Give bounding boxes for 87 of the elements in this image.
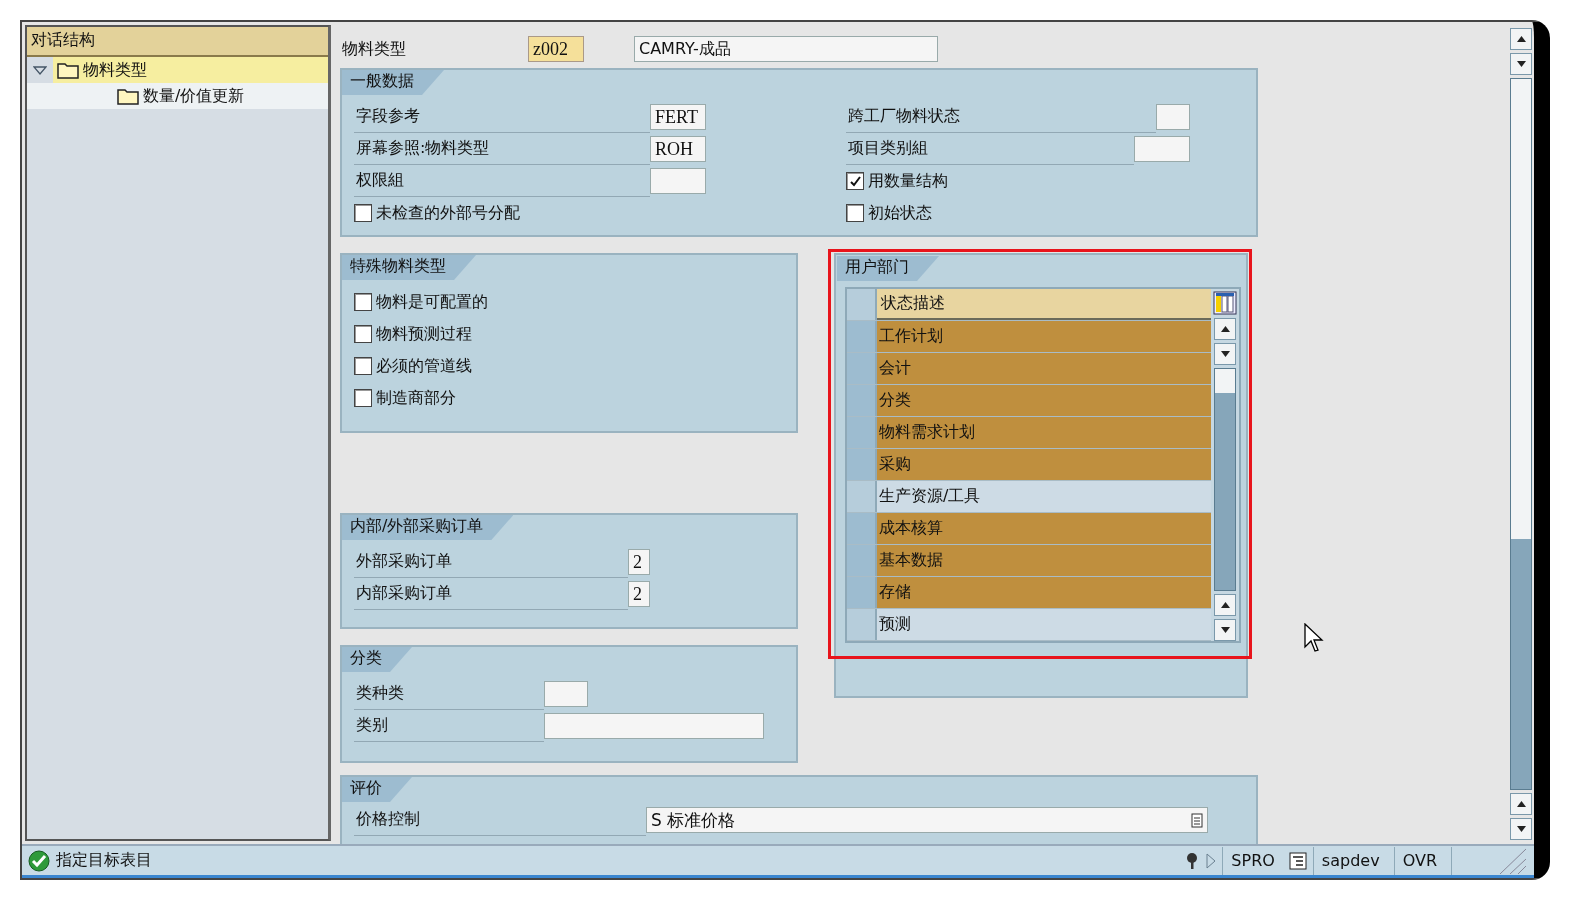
- field-label: 屏幕参照:物料类型: [354, 133, 650, 165]
- input-field[interactable]: 2: [628, 581, 650, 607]
- input-field[interactable]: ROH: [650, 136, 706, 162]
- group-title: 内部/外部采购订单: [342, 515, 514, 540]
- field-label: 项目类别組: [846, 133, 1134, 165]
- scroll-down-button[interactable]: [1510, 53, 1532, 75]
- scroll-up-button[interactable]: [1510, 793, 1532, 815]
- group-title: 用户部门: [837, 256, 939, 281]
- status-message: 指定目标表目: [56, 850, 152, 871]
- field-label: 跨工厂物料状态: [846, 101, 1156, 133]
- caret-down-icon: [1516, 826, 1526, 832]
- scroll-down-button[interactable]: [1510, 818, 1532, 840]
- mouse-cursor-icon: [1304, 623, 1324, 653]
- caret-up-icon: [1220, 602, 1230, 608]
- field-label: 价格控制: [354, 804, 646, 836]
- caret-up-icon: [1220, 326, 1230, 332]
- group-title: 分类: [342, 647, 412, 672]
- resize-grip-icon[interactable]: [1498, 846, 1528, 875]
- checkbox-label: 必须的管道线: [376, 355, 472, 377]
- list-icon[interactable]: [1191, 812, 1203, 828]
- checkbox-label: 制造商部分: [376, 387, 456, 409]
- success-icon: [28, 849, 50, 872]
- table-cell[interactable]: 分类: [877, 385, 1211, 416]
- system-field: sapdev: [1312, 846, 1388, 875]
- checkbox[interactable]: [846, 204, 864, 222]
- table-cell[interactable]: 成本核算: [877, 513, 1211, 544]
- column-settings-icon[interactable]: [1213, 291, 1237, 315]
- checkbox[interactable]: [354, 325, 372, 343]
- checkbox[interactable]: [354, 389, 372, 407]
- checkbox-label: 初始状态: [868, 202, 932, 224]
- input-field[interactable]: FERT: [650, 104, 706, 130]
- checkbox[interactable]: [354, 357, 372, 375]
- input-field[interactable]: [650, 168, 706, 194]
- scroll-up-button[interactable]: [1510, 28, 1532, 50]
- tree-node[interactable]: 数量/价值更新: [27, 83, 328, 109]
- table-cell[interactable]: 基本数据: [877, 545, 1211, 576]
- table-cell[interactable]: 存储: [877, 577, 1211, 608]
- table-cell[interactable]: 预测: [877, 609, 1211, 640]
- scroll-up-button[interactable]: [1214, 594, 1236, 616]
- dropdown-field[interactable]: S 标准价格: [646, 807, 1208, 833]
- description-field: CAMRY-成品: [634, 36, 938, 62]
- checkbox-label: 用数量结构: [868, 170, 948, 192]
- checkbox-label: 未检查的外部号分配: [376, 202, 520, 224]
- checkbox[interactable]: [846, 172, 864, 190]
- table-cell[interactable]: 工作计划: [877, 321, 1211, 352]
- table-cell[interactable]: 会计: [877, 353, 1211, 384]
- caret-down-icon: [1220, 351, 1230, 357]
- tree-node[interactable]: 物料类型: [27, 57, 328, 83]
- table-cell[interactable]: 采购: [877, 449, 1211, 480]
- folder-icon: [57, 61, 79, 79]
- mode-field: OVR: [1393, 846, 1445, 875]
- scroll-up-button[interactable]: [1214, 318, 1236, 340]
- input-field[interactable]: [1156, 104, 1190, 130]
- checkbox[interactable]: [354, 293, 372, 311]
- field-label: 字段参考: [354, 101, 650, 133]
- group-title: 特殊物料类型: [342, 255, 476, 280]
- scrollbar[interactable]: [1510, 78, 1532, 790]
- input-field[interactable]: [1134, 136, 1190, 162]
- triangle-icon[interactable]: [1206, 852, 1217, 869]
- checkbox-label: 物料是可配置的: [376, 291, 488, 313]
- scroll-down-button[interactable]: [1214, 619, 1236, 641]
- caret-down-icon: [1516, 61, 1526, 67]
- transaction-field: SPRO: [1222, 846, 1283, 875]
- caret-up-icon: [1516, 36, 1526, 42]
- caret-down-icon: [1220, 627, 1230, 633]
- scrollbar[interactable]: [1214, 368, 1236, 591]
- input-field[interactable]: [544, 681, 588, 707]
- column-header[interactable]: 状态描述: [877, 289, 1211, 320]
- expand-icon[interactable]: [33, 65, 47, 75]
- folder-icon: [117, 87, 139, 105]
- table-cell[interactable]: 物料需求计划: [877, 417, 1211, 448]
- scroll-down-button[interactable]: [1214, 343, 1236, 365]
- field-label: 权限組: [354, 165, 650, 197]
- tree-title: 对话结构: [27, 27, 328, 57]
- list-icon[interactable]: [1288, 851, 1307, 870]
- input-field[interactable]: z002: [528, 36, 584, 62]
- table-cell[interactable]: 生产资源/工具: [877, 481, 1211, 512]
- checkbox[interactable]: [354, 204, 372, 222]
- input-field[interactable]: 2: [628, 549, 650, 575]
- field-label: 内部采购订单: [354, 578, 628, 610]
- group-title: 评价: [342, 777, 412, 802]
- input-field[interactable]: [544, 713, 764, 739]
- checkbox-label: 物料预测过程: [376, 323, 472, 345]
- field-label: 物料类型: [341, 38, 407, 60]
- caret-up-icon: [1516, 801, 1526, 807]
- field-label: 外部采购订单: [354, 546, 628, 578]
- group-title: 一般数据: [342, 70, 444, 95]
